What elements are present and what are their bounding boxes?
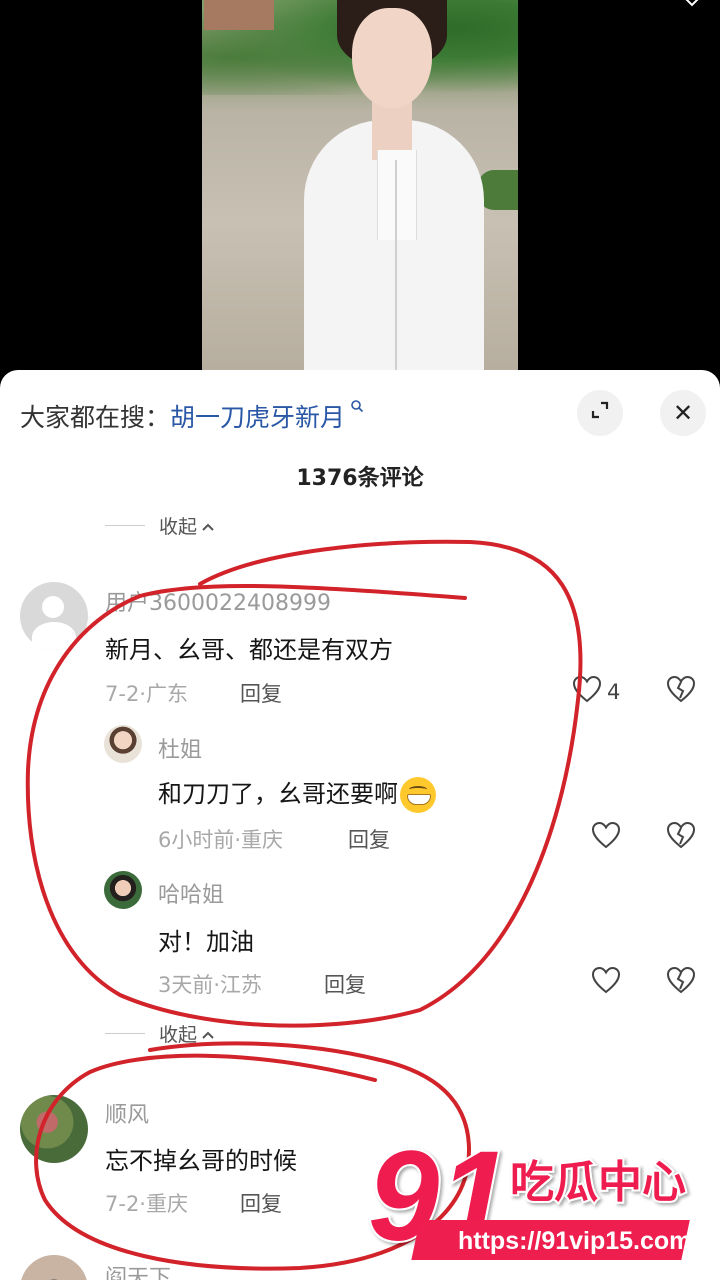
like-button[interactable] [590,820,622,855]
broken-heart-icon [665,674,697,709]
reply-text-content: 和刀刀了，幺哥还要啊 [158,780,398,808]
reply-username[interactable]: 杜姐 [158,732,202,764]
search-suggestion[interactable]: 大家都在搜：胡一刀虎牙新月 [20,398,364,434]
video-player[interactable] [0,0,720,370]
divider-line [105,1033,145,1034]
chevron-icon[interactable] [682,0,702,15]
heart-icon [571,674,603,709]
expand-icon [589,399,611,427]
reply-button[interactable]: 回复 [240,678,282,708]
reply-button[interactable]: 回复 [240,1188,282,1218]
like-button[interactable] [590,965,622,1000]
watermark: 91 吃瓜中心 https://91vip15.com [360,1123,720,1280]
reply-username[interactable]: 哈哈姐 [158,877,224,909]
comment-text: 忘不掉幺哥的时候 [105,1147,297,1175]
reply-text: 和刀刀了，幺哥还要啊 [158,774,436,813]
grin-emoji-icon [400,777,436,813]
search-icon [345,398,364,417]
like-count: 4 [607,679,621,704]
comment-username[interactable]: 阎天下 [105,1260,171,1280]
collapse-replies-button[interactable]: 收起 [105,1020,215,1047]
person-zipper [395,160,397,370]
broken-heart-icon [665,820,697,855]
watermark-url: https://91vip15.com [458,1227,691,1255]
close-button[interactable]: ✕ [660,390,706,436]
collapse-replies-button[interactable]: 收起 [105,512,215,539]
avatar[interactable] [104,871,142,909]
search-keyword-link[interactable]: 胡一刀虎牙新月 [170,403,345,432]
comment-meta: 7-2·重庆 [105,1192,188,1216]
comment-text: 新月、幺哥、都还是有双方 [105,636,393,664]
heart-icon [590,965,622,1000]
avatar[interactable] [20,582,88,650]
dislike-button[interactable] [665,965,697,1000]
comments-count: 1376条评论 [296,466,424,491]
expand-button[interactable] [577,390,623,436]
watermark-brand: 吃瓜中心 [510,1157,686,1208]
broken-heart-icon [665,965,697,1000]
comment-username[interactable]: 顺风 [105,1097,149,1129]
reply-button[interactable]: 回复 [348,824,390,854]
chevron-up-icon [201,515,215,537]
reply-text: 对！加油 [158,928,254,956]
video-person [252,0,492,370]
comment-meta: 7-2·广东 [105,682,188,706]
reply-meta: 3天前·江苏 [158,973,263,997]
collapse-label: 收起 [159,1024,198,1046]
comment-username[interactable]: 用户3600022408999 [105,585,331,617]
close-icon: ✕ [672,399,694,427]
heart-icon [590,820,622,855]
person-inner-top [377,150,417,240]
dislike-button[interactable] [665,820,697,855]
like-button[interactable]: 4 [571,674,620,709]
chevron-up-icon [201,1023,215,1045]
collapse-label: 收起 [159,516,198,538]
person-face [352,8,432,108]
avatar[interactable] [20,1095,88,1163]
avatar[interactable] [104,725,142,763]
divider-line [105,525,145,526]
reply-meta: 6小时前·重庆 [158,828,284,852]
avatar[interactable] [20,1255,88,1280]
video-frame [202,0,518,370]
dislike-button[interactable] [665,674,697,709]
search-prefix: 大家都在搜： [20,403,171,432]
reply-button[interactable]: 回复 [324,969,366,999]
